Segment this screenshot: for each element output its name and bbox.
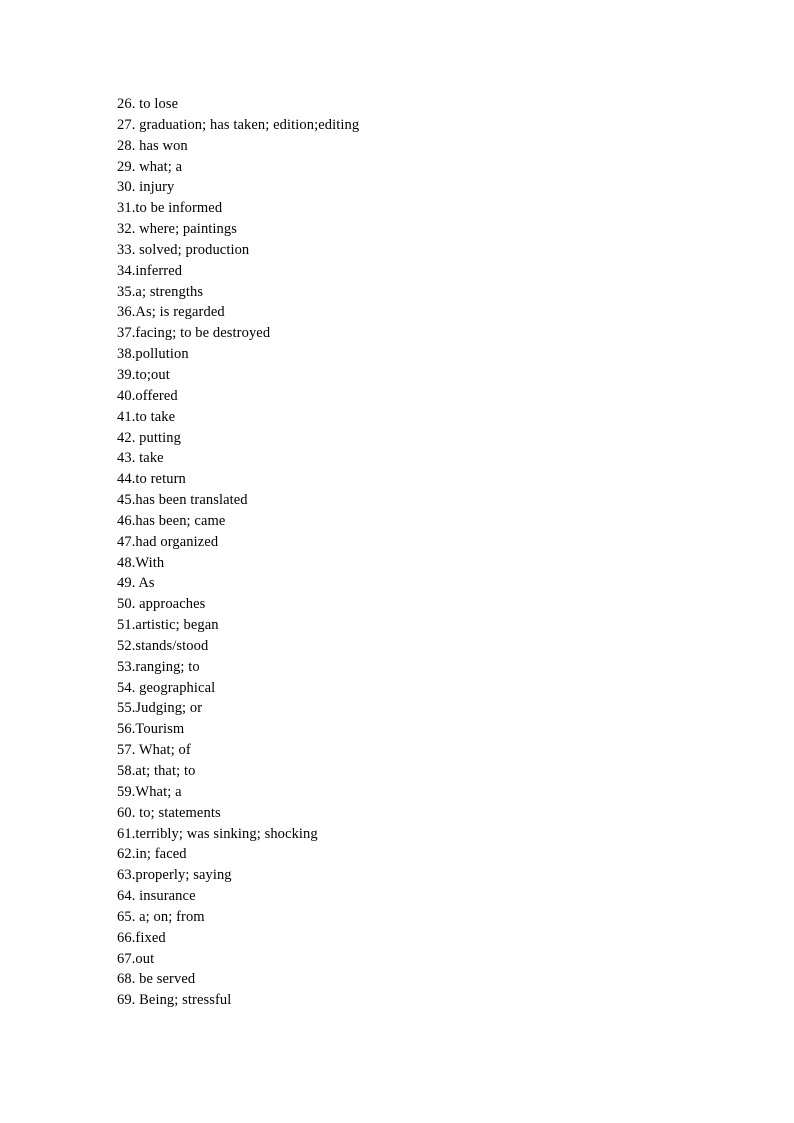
answer-line: 48.With — [117, 554, 165, 571]
answer-line: 64. insurance — [117, 888, 196, 905]
answer-line: 29. what; a — [117, 158, 183, 175]
document-page: 26. to lose 27. graduation; has taken; ed… — [0, 0, 794, 1123]
answer-line: 36.As; is regarded — [117, 304, 225, 321]
answer-line: 54. geographical — [117, 679, 216, 696]
answer-line: 60. to; statements — [117, 804, 221, 821]
answer-line: 26. to lose — [117, 96, 179, 112]
answer-line: 57. What; of — [117, 742, 191, 759]
answer-line: 65. a; on; from — [117, 908, 205, 925]
answer-line: 30. injury — [117, 179, 175, 196]
answer-line: 62.in; faced — [117, 846, 187, 863]
answer-list: 26. to lose 27. graduation; has taken; ed… — [117, 94, 737, 1011]
answer-line: 67.out — [117, 950, 155, 967]
answer-line: 47.had organized — [117, 533, 219, 550]
answer-line: 39.to;out — [117, 366, 170, 383]
answer-line: 69. Being; stressful — [117, 992, 232, 1009]
answer-line: 56.Tourism — [117, 721, 185, 738]
answer-line: 35.a; strengths — [117, 283, 204, 300]
answer-line: 55.Judging; or — [117, 700, 203, 717]
answer-line: 66.fixed — [117, 929, 166, 946]
answer-line: 42. putting — [117, 429, 181, 446]
answer-line: 51.artistic; began — [117, 617, 219, 634]
answer-line: 34.inferred — [117, 262, 183, 279]
answer-line: 32. where; paintings — [117, 221, 237, 238]
answer-line: 27. graduation; has taken; edition;editi… — [117, 116, 360, 133]
answer-line: 43. take — [117, 450, 164, 467]
answer-line: 68. be served — [117, 971, 196, 988]
answer-line: 40.offered — [117, 387, 178, 404]
answer-line: 63.properly; saying — [117, 867, 232, 884]
answer-line: 46.has been; came — [117, 512, 226, 529]
answer-line: 41.to take — [117, 408, 176, 425]
answer-line: 61.terribly; was sinking; shocking — [117, 825, 318, 842]
answer-line: 49. As — [117, 575, 155, 592]
answer-line: 53.ranging; to — [117, 658, 200, 675]
answer-line: 52.stands/stood — [117, 637, 209, 654]
answer-line: 58.at; that; to — [117, 763, 196, 779]
answer-line: 38.pollution — [117, 346, 189, 363]
answer-line: 37.facing; to be destroyed — [117, 325, 271, 342]
answer-line: 45.has been translated — [117, 492, 248, 509]
answer-line: 44.to return — [117, 471, 186, 488]
answer-line: 33. solved; production — [117, 241, 250, 258]
answer-line: 31.to be informed — [117, 200, 223, 217]
answer-line: 59.What; a — [117, 783, 182, 800]
answer-line: 50. approaches — [117, 596, 206, 613]
answer-line: 28. has won — [117, 137, 188, 154]
